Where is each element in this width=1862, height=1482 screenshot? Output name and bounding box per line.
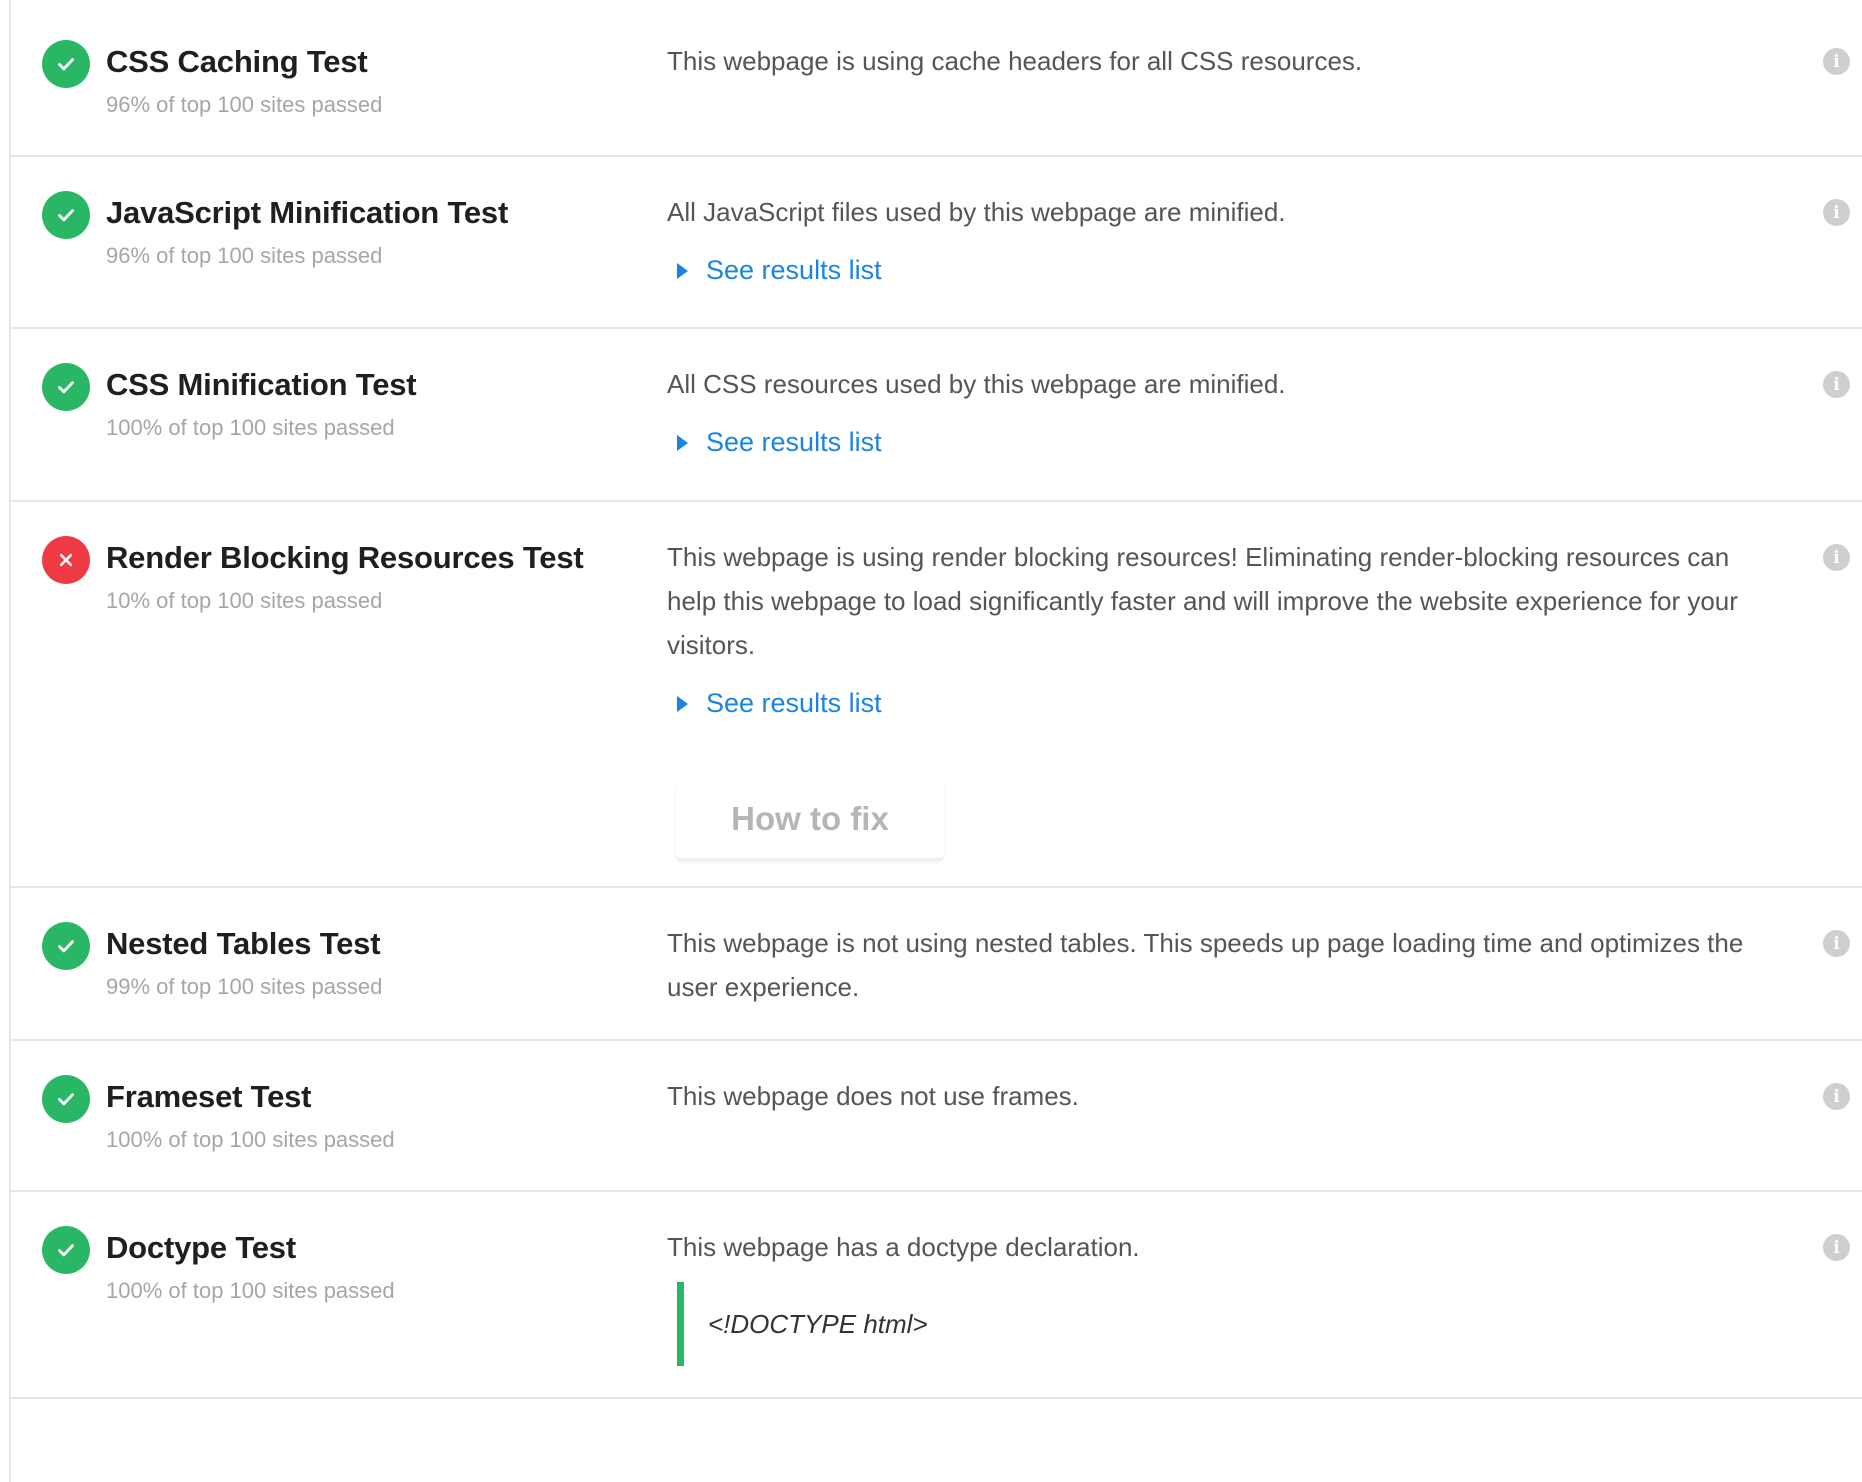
test-description: This webpage is using render blocking re… <box>667 542 1738 660</box>
test-title: Nested Tables Test <box>106 926 381 961</box>
see-results-label: See results list <box>706 255 882 285</box>
check-icon <box>58 1093 74 1106</box>
see-results-label: See results list <box>706 427 882 457</box>
test-title: CSS Minification Test <box>106 367 417 402</box>
check-icon <box>58 940 74 953</box>
test-row-render-blocking: Render Blocking Resources Test 10% of to… <box>9 502 1862 888</box>
info-icon[interactable]: i <box>1823 544 1850 571</box>
test-description: This webpage does not use frames. <box>667 1081 1079 1111</box>
test-title: Frameset Test <box>106 1079 312 1114</box>
see-results-label: See results list <box>706 688 882 718</box>
pass-status-icon <box>42 922 90 970</box>
caret-right-icon <box>677 695 688 712</box>
see-results-link[interactable]: See results list <box>677 688 882 719</box>
seo-test-results: CSS Caching Test 96% of top 100 sites pa… <box>0 0 1862 1482</box>
test-pass-rate: 100% of top 100 sites passed <box>106 415 395 440</box>
check-icon <box>58 209 74 222</box>
caret-right-icon <box>677 262 688 279</box>
test-description: This webpage is not using nested tables.… <box>667 928 1744 1002</box>
pass-status-icon <box>42 40 90 88</box>
info-icon[interactable]: i <box>1823 199 1850 226</box>
check-icon <box>58 381 74 394</box>
info-icon[interactable]: i <box>1823 48 1850 75</box>
pass-status-icon <box>42 1075 90 1123</box>
how-to-fix-button[interactable]: How to fix <box>676 780 944 860</box>
test-row-nested-tables: Nested Tables Test 99% of top 100 sites … <box>9 888 1862 1041</box>
doctype-code-text: <!DOCTYPE html> <box>708 1308 928 1339</box>
see-results-link[interactable]: See results list <box>677 427 882 458</box>
test-row-doctype: Doctype Test 100% of top 100 sites passe… <box>9 1192 1862 1399</box>
caret-right-icon <box>677 434 688 451</box>
test-row-css-caching: CSS Caching Test 96% of top 100 sites pa… <box>9 0 1862 157</box>
test-pass-rate: 100% of top 100 sites passed <box>106 1127 395 1152</box>
info-icon[interactable]: i <box>1823 1083 1850 1110</box>
test-description: This webpage has a doctype declaration. <box>667 1232 1140 1262</box>
info-icon[interactable]: i <box>1823 930 1850 957</box>
info-icon[interactable]: i <box>1823 1234 1850 1261</box>
pass-status-icon <box>42 1226 90 1274</box>
test-pass-rate: 96% of top 100 sites passed <box>106 243 383 268</box>
test-title: Render Blocking Resources Test <box>106 540 584 575</box>
test-pass-rate: 96% of top 100 sites passed <box>106 92 383 117</box>
test-pass-rate: 99% of top 100 sites passed <box>106 974 383 999</box>
test-title: JavaScript Minification Test <box>106 195 509 230</box>
check-icon <box>58 1244 74 1257</box>
pass-status-icon <box>42 191 90 239</box>
see-results-link[interactable]: See results list <box>677 255 882 286</box>
test-description: All JavaScript files used by this webpag… <box>667 197 1286 227</box>
doctype-code-snippet: <!DOCTYPE html> <box>677 1282 928 1366</box>
test-row-frameset: Frameset Test 100% of top 100 sites pass… <box>9 1041 1862 1192</box>
test-title: Doctype Test <box>106 1230 296 1265</box>
pass-status-icon <box>42 363 90 411</box>
test-title: CSS Caching Test <box>106 44 368 79</box>
test-pass-rate: 10% of top 100 sites passed <box>106 588 383 613</box>
test-row-css-minification: CSS Minification Test 100% of top 100 si… <box>9 329 1862 502</box>
test-description: All CSS resources used by this webpage a… <box>667 369 1286 399</box>
fail-status-icon <box>42 536 90 584</box>
test-description: This webpage is using cache headers for … <box>667 46 1363 76</box>
test-row-js-minification: JavaScript Minification Test 96% of top … <box>9 157 1862 329</box>
test-pass-rate: 100% of top 100 sites passed <box>106 1278 395 1303</box>
cross-icon <box>59 553 73 567</box>
info-icon[interactable]: i <box>1823 371 1850 398</box>
check-icon <box>58 58 74 71</box>
